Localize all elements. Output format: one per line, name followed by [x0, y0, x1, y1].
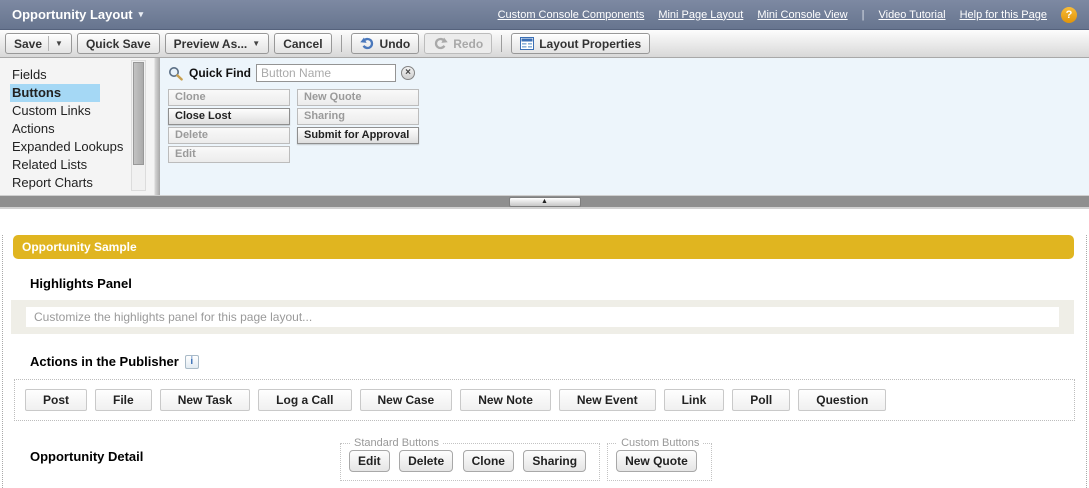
publisher-action-new-event[interactable]: New Event: [558, 389, 656, 411]
help-icon[interactable]: ?: [1061, 6, 1077, 23]
quick-save-label: Quick Save: [85, 36, 151, 51]
page-title: Opportunity Layout: [12, 7, 133, 22]
links-separator: |: [861, 8, 865, 21]
link-custom-console-components[interactable]: Custom Console Components: [498, 9, 645, 21]
palette-item-new-quote: New Quote: [297, 89, 419, 106]
cancel-button[interactable]: Cancel: [274, 33, 332, 54]
undo-button[interactable]: Undo: [350, 33, 420, 54]
palette-item-submit-for-approval[interactable]: Submit for Approval: [297, 127, 419, 144]
detail-button-clone[interactable]: Clone: [462, 450, 514, 472]
detail-button-new-quote[interactable]: New Quote: [616, 450, 697, 472]
layout-properties-label: Layout Properties: [539, 36, 642, 51]
clear-icon[interactable]: ×: [401, 66, 416, 80]
publisher-action-file[interactable]: File: [95, 389, 152, 411]
section-title: Opportunity Sample: [22, 240, 137, 254]
quick-find-input[interactable]: [256, 64, 397, 82]
palette-item-clone: Clone: [168, 89, 290, 106]
palette-grid: Clone New Quote Close Lost Sharing Delet…: [168, 89, 1089, 163]
detail-button-delete[interactable]: Delete: [399, 450, 454, 472]
collapse-up-icon: ▲: [541, 198, 548, 205]
redo-label: Redo: [453, 36, 484, 51]
toolbar-divider: [340, 35, 342, 52]
palette-editor: Fields Buttons Custom Links Actions Expa…: [0, 58, 1089, 196]
custom-buttons-legend: Custom Buttons: [621, 437, 700, 449]
section-header-opportunity-sample: Opportunity Sample: [13, 235, 1074, 259]
link-mini-console-view[interactable]: Mini Console View: [757, 9, 847, 21]
save-caret-down-icon[interactable]: ▼: [55, 39, 63, 48]
undo-icon: [359, 37, 373, 50]
search-icon: [169, 66, 183, 81]
redo-icon: [435, 37, 448, 50]
button-palette: Quick Find × Clone New Quote Close Lost …: [160, 58, 1089, 195]
preview-as-caret-down-icon: ▼: [252, 39, 261, 48]
save-label: Save: [14, 36, 43, 51]
standard-buttons-legend: Standard Buttons: [354, 437, 440, 449]
palette-collapse-bar: ▲: [0, 196, 1089, 209]
sidebar-scrollbar[interactable]: [131, 60, 146, 191]
layout-properties-button[interactable]: Layout Properties: [511, 33, 651, 54]
standard-buttons-fieldset: Standard Buttons Edit Delete Clone Shari…: [340, 437, 601, 481]
link-mini-page-layout[interactable]: Mini Page Layout: [658, 9, 743, 21]
quick-find-label: Quick Find: [189, 66, 252, 80]
layout-canvas: Opportunity Sample Highlights Panel Cust…: [2, 235, 1087, 488]
highlights-panel-heading: Highlights Panel: [30, 276, 132, 291]
publisher-action-new-task[interactable]: New Task: [159, 389, 251, 411]
category-sidebar: Fields Buttons Custom Links Actions Expa…: [0, 58, 154, 195]
publisher-action-new-case[interactable]: New Case: [359, 389, 453, 411]
palette-item-delete: Delete: [168, 127, 290, 144]
publisher-action-post[interactable]: Post: [25, 389, 88, 411]
detail-button-sharing[interactable]: Sharing: [523, 450, 587, 472]
highlights-panel-placeholder[interactable]: Customize the highlights panel for this …: [26, 307, 1059, 327]
palette-item-sharing: Sharing: [297, 108, 419, 125]
publisher-action-log-a-call[interactable]: Log a Call: [258, 389, 352, 411]
publisher-actions-container: Post File New Task Log a Call New Case N…: [14, 379, 1075, 421]
palette-item-close-lost[interactable]: Close Lost: [168, 108, 290, 125]
palette-item-edit: Edit: [168, 146, 290, 163]
preview-as-label: Preview As...: [173, 36, 248, 51]
opportunity-detail-row: Opportunity Detail Standard Buttons Edit…: [3, 437, 1086, 481]
link-help-for-this-page[interactable]: Help for this Page: [960, 9, 1047, 21]
publisher-action-question[interactable]: Question: [798, 389, 887, 411]
info-icon[interactable]: i: [184, 354, 199, 369]
preview-as-button[interactable]: Preview As... ▼: [164, 33, 270, 54]
detail-button-edit[interactable]: Edit: [349, 450, 390, 472]
publisher-heading-row: Actions in the Publisher i: [30, 354, 1086, 369]
publisher-heading: Actions in the Publisher: [30, 354, 179, 369]
link-video-tutorial[interactable]: Video Tutorial: [878, 9, 945, 21]
opportunity-detail-heading: Opportunity Detail: [30, 449, 144, 464]
save-button[interactable]: Save ▼: [5, 33, 72, 54]
title-bar: Opportunity Layout ▾ Custom Console Comp…: [0, 0, 1089, 30]
undo-label: Undo: [379, 36, 411, 51]
layout-selector[interactable]: Opportunity Layout ▾: [12, 7, 143, 22]
collapse-handle[interactable]: ▲: [508, 197, 581, 207]
publisher-action-poll[interactable]: Poll: [732, 389, 791, 411]
quick-save-button[interactable]: Quick Save: [76, 33, 160, 54]
save-split-divider: [48, 36, 50, 51]
sidebar-scrollbar-thumb[interactable]: [133, 62, 144, 165]
custom-buttons-fieldset: Custom Buttons New Quote: [607, 437, 713, 481]
publisher-action-new-note[interactable]: New Note: [460, 389, 551, 411]
publisher-action-link[interactable]: Link: [663, 389, 725, 411]
redo-button: Redo: [424, 33, 493, 54]
layout-properties-icon: [520, 37, 535, 50]
cancel-label: Cancel: [283, 36, 323, 51]
highlights-panel-strip: Customize the highlights panel for this …: [11, 300, 1074, 334]
chevron-down-icon: ▾: [138, 9, 144, 19]
toolbar-divider: [501, 35, 503, 52]
quick-find-bar: Quick Find ×: [168, 64, 1089, 82]
toolbar: Save ▼ Quick Save Preview As... ▼ Cancel…: [0, 30, 1089, 58]
header-links: Custom Console Components Mini Page Layo…: [498, 6, 1077, 23]
